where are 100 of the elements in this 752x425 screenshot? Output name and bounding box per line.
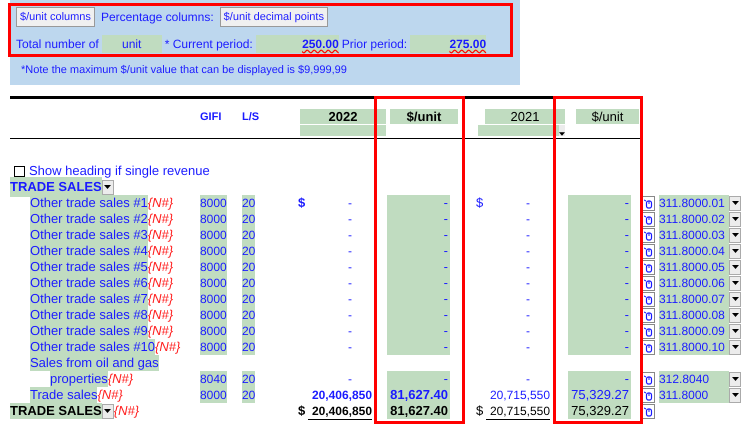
ls-cell: 20 bbox=[242, 371, 256, 387]
per-unit-cell: - bbox=[444, 259, 448, 275]
gifi-cell: 8000 bbox=[200, 387, 227, 403]
row-label: properties bbox=[50, 371, 108, 387]
amount-cell-text: - bbox=[526, 211, 531, 227]
dropdown-button[interactable] bbox=[102, 404, 114, 418]
note-tag: {N#} bbox=[148, 323, 174, 339]
gifi-header: GIFI bbox=[200, 110, 222, 125]
dropdown-button[interactable] bbox=[729, 308, 741, 322]
per-unit-cell: - bbox=[444, 307, 448, 323]
account-code: 311.8000.03 bbox=[659, 227, 729, 243]
current-period-field[interactable]: 250.00 bbox=[256, 35, 339, 53]
amount-cell-text: - bbox=[526, 275, 531, 291]
caret-icon bbox=[104, 185, 112, 189]
ls-cell: 20 bbox=[242, 291, 256, 307]
total-units-label: Total number of bbox=[16, 36, 99, 53]
dropdown-button[interactable] bbox=[729, 292, 741, 306]
dropdown-button[interactable] bbox=[102, 180, 114, 194]
per-unit-cell: - bbox=[624, 243, 629, 259]
account-code: 311.8000.06 bbox=[659, 275, 729, 291]
per-unit-cell: - bbox=[444, 323, 448, 339]
gifi-cell: 8000 bbox=[200, 307, 227, 323]
year-header[interactable]: 2021 bbox=[485, 109, 565, 124]
account-code: 311.8000.04 bbox=[659, 243, 729, 259]
per-unit-cell: - bbox=[444, 211, 448, 227]
dropdown-button[interactable] bbox=[729, 260, 741, 274]
per-unit-cell: - bbox=[444, 243, 448, 259]
prior-period-field[interactable]: 275.00 bbox=[410, 35, 486, 53]
amount-cell-text: - bbox=[526, 227, 531, 243]
ls-cell: 20 bbox=[242, 195, 256, 211]
account-code: 311.8000.02 bbox=[659, 211, 729, 227]
amount-cell-text: - bbox=[348, 275, 353, 291]
note-tag: {N#} bbox=[148, 195, 174, 211]
amount-cell: 20,715,550 bbox=[490, 402, 550, 418]
row-label: Other trade sales #8 bbox=[30, 307, 148, 323]
account-code: 311.8000.01 bbox=[659, 195, 729, 211]
dropdown-button[interactable] bbox=[729, 212, 741, 226]
dropdown-button[interactable] bbox=[729, 276, 741, 290]
dropdown-button[interactable] bbox=[729, 244, 741, 258]
unit-columns-button[interactable]: $/unit columns bbox=[16, 7, 95, 27]
row-label: Other trade sales #3 bbox=[30, 227, 148, 243]
note-tag: {N#} bbox=[148, 307, 174, 323]
per-unit-cell: - bbox=[444, 371, 448, 387]
note-tag: {N#} bbox=[148, 211, 174, 227]
dropdown-button[interactable] bbox=[729, 340, 741, 354]
ls-cell: 20 bbox=[242, 243, 256, 259]
note-text: *Note the maximum $/unit value that can be displayed is $9,999,99 bbox=[21, 63, 348, 78]
per-unit-cell: - bbox=[624, 211, 629, 227]
account-code: 311.8000.05 bbox=[659, 259, 729, 275]
ls-cell: 20 bbox=[242, 339, 256, 355]
note-tag: {N#} bbox=[108, 371, 134, 387]
caret-icon bbox=[732, 201, 738, 205]
unit-header: $/unit bbox=[576, 109, 639, 124]
dropdown-button[interactable] bbox=[729, 196, 741, 210]
dropdown-button[interactable] bbox=[729, 228, 741, 242]
per-unit-cell: - bbox=[444, 275, 448, 291]
per-unit-cell: - bbox=[444, 291, 448, 307]
amount-cell-text: - bbox=[526, 339, 531, 355]
currency-sign: $ bbox=[476, 403, 484, 419]
ls-header: L/S bbox=[242, 110, 260, 125]
amount-cell-text: - bbox=[526, 259, 531, 275]
per-unit-cell: - bbox=[624, 259, 629, 275]
ls-cell: 20 bbox=[242, 259, 256, 275]
amount-cell: 20,715,550 bbox=[490, 387, 550, 403]
gifi-cell: 8000 bbox=[200, 323, 227, 339]
amount-cell-text: - bbox=[526, 323, 531, 339]
account-code: 311.8000.10 bbox=[659, 339, 729, 355]
caret-icon bbox=[732, 393, 738, 397]
per-unit-cell: 75,329.27 bbox=[571, 403, 629, 419]
gifi-cell: 8000 bbox=[200, 291, 227, 307]
row-label: Other trade sales #10 bbox=[30, 339, 156, 355]
caret-icon bbox=[732, 345, 738, 349]
dropdown-button[interactable] bbox=[729, 388, 741, 402]
total-label: TRADE SALES bbox=[10, 403, 102, 419]
dropdown-button[interactable] bbox=[559, 125, 565, 136]
per-unit-cell: 81,627.40 bbox=[390, 387, 448, 403]
decimal-points-button[interactable]: $/unit decimal points bbox=[220, 7, 328, 27]
amount-cell: 20,406,850 bbox=[312, 387, 372, 403]
checkbox[interactable] bbox=[14, 166, 25, 176]
note-tag: {N#} bbox=[148, 259, 174, 275]
caret-icon bbox=[732, 297, 738, 301]
year-header[interactable]: 2022 bbox=[300, 109, 386, 124]
dropdown-button[interactable] bbox=[729, 324, 741, 338]
dropdown-button[interactable] bbox=[729, 372, 741, 386]
account-code: 311.8000.08 bbox=[659, 307, 729, 323]
gifi-cell: 8000 bbox=[200, 211, 227, 227]
ls-cell: 20 bbox=[242, 307, 256, 323]
row-label: Other trade sales #4 bbox=[30, 243, 148, 259]
note-tag: {N#} bbox=[155, 339, 180, 355]
caret-icon bbox=[732, 329, 738, 333]
amount-cell-text: - bbox=[348, 339, 353, 355]
unit-header: $/unit bbox=[390, 109, 458, 124]
caret-icon bbox=[732, 233, 738, 237]
caret-icon bbox=[732, 217, 738, 221]
amount-cell-text: - bbox=[526, 307, 531, 323]
caret-icon bbox=[732, 265, 738, 269]
per-unit-cell: - bbox=[624, 307, 629, 323]
unit-field[interactable]: unit bbox=[102, 35, 162, 53]
currency-sign: $ bbox=[298, 403, 306, 419]
per-unit-cell: - bbox=[624, 291, 629, 307]
